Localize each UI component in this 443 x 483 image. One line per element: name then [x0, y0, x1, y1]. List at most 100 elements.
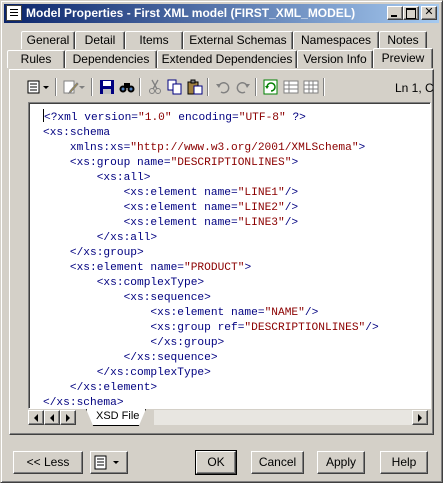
xml-token: name=	[204, 217, 238, 229]
tab-rules[interactable]: Rules	[7, 50, 65, 68]
attribute-value: "LINE1"	[237, 187, 285, 199]
undo-icon[interactable]	[213, 77, 233, 97]
code-line: <xs:element name="LINE3"/>	[43, 216, 379, 231]
toolbar-separator	[207, 78, 209, 96]
help-button[interactable]: Help	[380, 451, 428, 474]
properties-dropdown-icon[interactable]	[41, 77, 51, 97]
code-line: <xs:complexType>	[43, 276, 379, 291]
xml-token: >	[358, 142, 366, 154]
sheet-tab-bar: XSD File	[28, 409, 431, 426]
edit-dropdown-icon[interactable]	[77, 77, 87, 97]
code-line: xmlns:xs="http://www.w3.org/2001/XMLSche…	[43, 141, 379, 156]
toolbar-separator	[139, 78, 141, 96]
xml-token: <xs:schema	[43, 127, 111, 139]
tab-dependencies[interactable]: Dependencies	[65, 50, 157, 68]
grid-icon[interactable]	[301, 77, 321, 97]
code-line: <xs:group ref="DESCRIPTIONLINES"/>	[43, 321, 379, 336]
xml-token: <xs:group	[43, 322, 218, 334]
tab-notes[interactable]: Notes	[379, 31, 427, 49]
redo-icon[interactable]	[233, 77, 253, 97]
code-line: </xs:all>	[43, 231, 379, 246]
xml-token: </xs:group>	[43, 337, 225, 349]
code-line: <xs:element name="LINE1"/>	[43, 186, 379, 201]
scroll-right-button[interactable]	[412, 410, 428, 425]
attribute-value: "LINE3"	[237, 217, 285, 229]
xml-token: </xs:all>	[43, 232, 158, 244]
code-line: <xs:schema	[43, 126, 379, 141]
tab-namespaces[interactable]: Namespaces	[293, 31, 379, 49]
xml-token: <xs:element	[43, 262, 151, 274]
xml-token: </xs:sequence>	[43, 352, 218, 364]
ok-button[interactable]: OK	[195, 450, 237, 475]
code-line: </xs:sequence>	[43, 351, 379, 366]
tab-version-info[interactable]: Version Info	[297, 50, 373, 68]
toolbar-separator	[55, 78, 57, 96]
code-line: </xs:schema>	[43, 396, 379, 409]
xml-preview-editor[interactable]: <?xml version="1.0" encoding="UTF-8" ?> <…	[28, 102, 431, 409]
copy-icon[interactable]	[165, 77, 185, 97]
cursor-position: Ln 1, C	[395, 81, 434, 95]
find-icon[interactable]	[117, 77, 137, 97]
attribute-value: "DESCRIPTIONLINES"	[170, 157, 292, 169]
xml-token: <xs:sequence>	[43, 292, 211, 304]
menu-button[interactable]	[90, 451, 128, 474]
paste-icon[interactable]	[185, 77, 205, 97]
first-arrow-icon	[34, 413, 38, 422]
code-line: <xs:group name="DESCRIPTIONLINES">	[43, 156, 379, 171]
tab-detail[interactable]: Detail	[75, 31, 125, 49]
left-arrow-icon	[50, 413, 54, 422]
xml-token: </xs:element>	[43, 382, 158, 394]
model-icon	[6, 5, 22, 21]
xml-token: >	[291, 157, 299, 169]
refresh-icon[interactable]	[261, 77, 281, 97]
xml-token: name=	[204, 202, 238, 214]
attribute-value: "DESCRIPTIONLINES"	[244, 322, 366, 334]
horizontal-scroll-track[interactable]	[154, 410, 412, 425]
xml-token: />	[365, 322, 379, 334]
close-icon: ✕	[424, 6, 434, 18]
tab-items[interactable]: Items	[125, 31, 183, 49]
table-icon[interactable]	[281, 77, 301, 97]
save-icon[interactable]	[97, 77, 117, 97]
tab-extended-dependencies[interactable]: Extended Dependencies	[157, 50, 297, 68]
next-sheet-button[interactable]	[60, 410, 76, 425]
xml-token: ref=	[217, 322, 245, 334]
xml-token: version=	[84, 112, 139, 124]
cancel-button[interactable]: Cancel	[251, 451, 304, 474]
xml-token: xmlns:xs=	[43, 142, 131, 154]
toolbar-separator	[323, 78, 325, 96]
xml-token: </xs:schema>	[43, 397, 124, 409]
minimize-button[interactable]	[387, 6, 403, 20]
xml-token: name=	[137, 157, 171, 169]
code-line: <xs:element name="LINE2"/>	[43, 201, 379, 216]
less-button[interactable]: << Less	[13, 451, 83, 474]
xml-token: <xs:group	[43, 157, 137, 169]
attribute-value: "PRODUCT"	[184, 262, 245, 274]
code-line: <xs:element name="PRODUCT">	[43, 261, 379, 276]
xml-code[interactable]: <?xml version="1.0" encoding="UTF-8" ?> <…	[43, 109, 379, 409]
right-arrow-icon	[66, 413, 70, 422]
close-button[interactable]: ✕	[421, 6, 437, 20]
xml-token: name=	[204, 187, 238, 199]
apply-button[interactable]: Apply	[317, 451, 365, 474]
xml-token: </xs:complexType>	[43, 367, 211, 379]
xml-token: <xs:all>	[43, 172, 151, 184]
maximize-button[interactable]	[403, 6, 419, 20]
tab-external-schemas[interactable]: External Schemas	[183, 31, 293, 49]
tab-preview[interactable]: Preview	[373, 48, 433, 68]
first-sheet-button[interactable]	[28, 410, 44, 425]
xml-token: <?xml	[44, 112, 85, 124]
xml-token: />	[284, 187, 299, 199]
cut-icon[interactable]	[145, 77, 165, 97]
code-line: <xs:all>	[43, 171, 379, 186]
xml-token: />	[284, 217, 299, 229]
tab-general[interactable]: General	[21, 31, 75, 49]
sheet-tab-xsd-file[interactable]: XSD File	[86, 409, 146, 426]
attribute-value: "UTF-8"	[238, 112, 286, 124]
xml-token: />	[304, 307, 319, 319]
title-bar[interactable]: Model Properties - First XML model (FIRS…	[4, 4, 439, 23]
code-line: <xs:sequence>	[43, 291, 379, 306]
xml-token: <xs:element	[43, 202, 205, 214]
prev-sheet-button[interactable]	[44, 410, 60, 425]
attribute-value: "http://www.w3.org/2001/XMLSchema"	[130, 142, 359, 154]
